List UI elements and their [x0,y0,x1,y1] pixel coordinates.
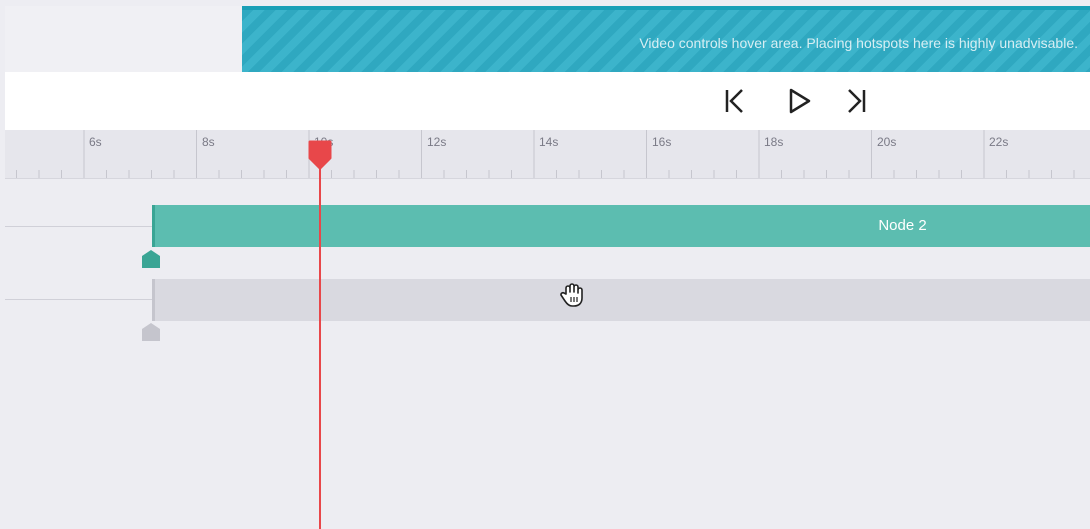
node-2-track[interactable]: Node 2 [152,205,1090,247]
timeline-ruler[interactable]: 6s 8s 10s 12s 14s 16s 18s 20s 22s [5,130,1090,179]
playhead-handle[interactable] [307,140,333,170]
ruler-label: 14s [539,135,559,149]
ruler-label: 20s [877,135,897,149]
skip-to-start-icon[interactable] [720,86,750,116]
skip-to-end-icon[interactable] [841,86,871,116]
track-guide-line [5,226,152,227]
playhead-line [319,150,321,529]
ruler-label: 18s [764,135,784,149]
play-icon[interactable] [784,86,814,116]
ruler-label: 12s [427,135,447,149]
hover-area-message: Video controls hover area. Placing hotsp… [639,35,1078,51]
grab-cursor-icon [560,283,583,307]
node-track-secondary[interactable] [152,279,1090,321]
node-2-start-handle[interactable] [142,250,160,268]
node-secondary-start-handle[interactable] [142,323,160,341]
ruler-label: 22s [989,135,1009,149]
video-controls-hover-area: Video controls hover area. Placing hotsp… [242,6,1090,72]
track-guide-line [5,299,152,300]
ruler-label: 16s [652,135,672,149]
node-2-label: Node 2 [878,217,927,234]
ruler-label: 6s [89,135,102,149]
playback-controls [5,72,1090,130]
ruler-label: 8s [202,135,215,149]
